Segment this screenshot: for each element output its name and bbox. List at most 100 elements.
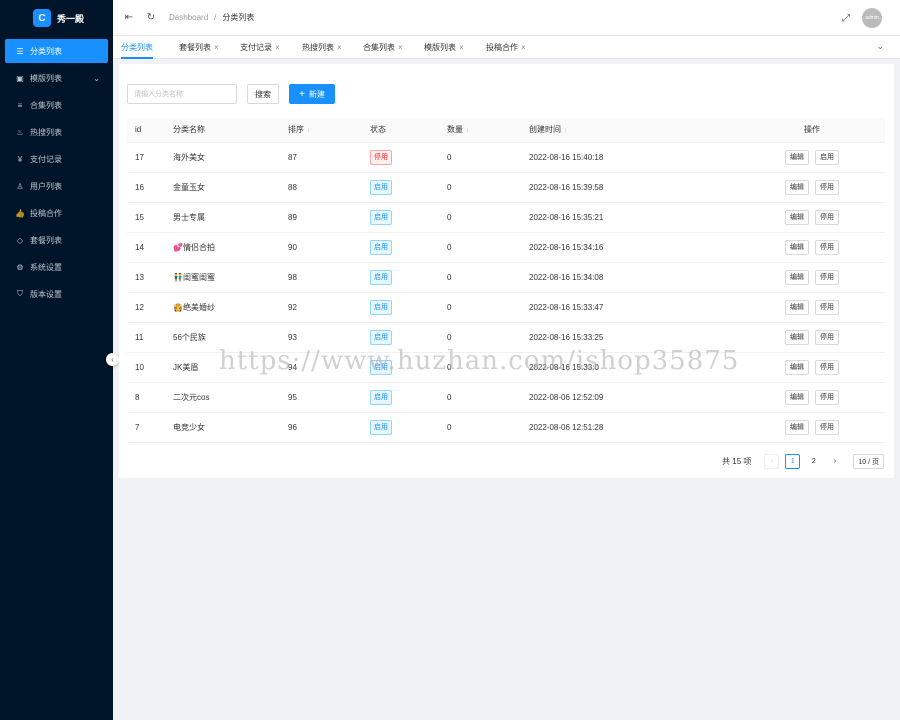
template-icon: ▣ — [16, 73, 24, 83]
status-badge: 启用 — [370, 419, 392, 435]
col-time[interactable]: 创建时间 ↕ — [529, 118, 739, 143]
tab-4[interactable]: 合集列表 × — [363, 36, 403, 59]
col-sort[interactable]: 排序 ↕ — [288, 118, 370, 143]
toggle-status-button[interactable]: 停用 — [815, 299, 839, 315]
tab-6[interactable]: 投稿合作 × — [486, 36, 526, 59]
table-row: 7 电竞少女 96 启用 0 2022-08-06 12:51:28 编辑 停用 — [127, 412, 885, 443]
edit-button[interactable]: 编辑 — [785, 419, 809, 435]
close-icon[interactable]: × — [337, 43, 342, 52]
fullscreen-icon[interactable]: ⤢ — [842, 13, 850, 24]
close-icon[interactable]: × — [459, 43, 464, 52]
cell-count: 0 — [447, 172, 529, 203]
cell-time: 2022-08-16 15:39:58 — [529, 172, 739, 203]
sidebar-item-9[interactable]: ⛉ 版本设置 — [5, 282, 108, 306]
table-row: 8 二次元cos 95 启用 0 2022-08-06 12:52:09 编辑 停用 — [127, 382, 885, 413]
close-icon[interactable]: × — [214, 43, 219, 52]
cell-count: 0 — [447, 382, 529, 413]
sidebar-item-7[interactable]: ◇ 套餐列表 — [5, 228, 108, 252]
cell-name: 👬闺蜜闺蜜 — [173, 262, 288, 293]
cell-time: 2022-08-16 15:34:16 — [529, 232, 739, 263]
cell-count: 0 — [447, 202, 529, 233]
toggle-status-button[interactable]: 停用 — [815, 329, 839, 345]
toggle-status-button[interactable]: 停用 — [815, 239, 839, 255]
cell-sort: 98 — [288, 262, 370, 293]
shield-icon: ⛉ — [17, 289, 23, 298]
tab-label: 分类列表 — [121, 43, 153, 52]
tab-5[interactable]: 模版列表 × — [424, 36, 464, 59]
breadcrumb-current: 分类列表 — [222, 13, 255, 22]
refresh-icon[interactable]: ↻ — [145, 12, 157, 23]
sidebar-item-label: 版本设置 — [30, 289, 62, 299]
page-1[interactable]: 1 — [785, 454, 801, 469]
sidebar-item-1[interactable]: ▣ 模版列表 ⌄ — [5, 66, 108, 90]
tab-0[interactable]: 分类列表 — [121, 36, 153, 59]
edit-button[interactable]: 编辑 — [785, 209, 809, 225]
sidebar-item-label: 套餐列表 — [30, 235, 62, 245]
edit-button[interactable]: 编辑 — [785, 269, 809, 285]
sidebar-item-label: 热搜列表 — [30, 127, 62, 137]
toggle-status-button[interactable]: 启用 — [815, 149, 839, 165]
page-size-select[interactable]: 10 / 页 — [853, 454, 884, 469]
toggle-status-button[interactable]: 停用 — [815, 359, 839, 375]
tab-3[interactable]: 热搜列表 × — [302, 36, 342, 59]
cell-time: 2022-08-16 15:34:08 — [529, 262, 739, 293]
col-count[interactable]: 数量 ↕ — [447, 118, 529, 143]
collapse-sidebar-icon[interactable]: ‹ — [106, 353, 119, 366]
menu-fold-icon[interactable]: ⇤ — [123, 12, 135, 23]
collection-icon: ≡ — [17, 100, 23, 110]
cell-status: 启用 — [370, 412, 447, 443]
cell-id: 13 — [127, 262, 173, 293]
toggle-status-button[interactable]: 停用 — [815, 209, 839, 225]
sort-icon[interactable]: ↕ — [466, 128, 469, 134]
sidebar-item-label: 支付记录 — [30, 154, 62, 164]
edit-button[interactable]: 编辑 — [785, 389, 809, 405]
cell-time: 2022-08-16 15:35:21 — [529, 202, 739, 233]
breadcrumb-dashboard[interactable]: Dashboard — [169, 13, 208, 22]
tab-label: 合集列表 — [363, 43, 395, 52]
cell-sort: 96 — [288, 412, 370, 443]
tab-label: 支付记录 — [240, 43, 272, 52]
toggle-status-button[interactable]: 停用 — [815, 269, 839, 285]
edit-button[interactable]: 编辑 — [785, 299, 809, 315]
edit-button[interactable]: 编辑 — [785, 179, 809, 195]
prev-page-icon[interactable]: ‹ — [764, 454, 780, 469]
sidebar: C 秀一殿 ☰ 分类列表 ▣ 模版列表 ⌄ ≡ 合集列表 ♨ 热搜列表 ¥ 支付记录 ♙ 用户列表 👍 投稿… — [0, 0, 113, 720]
cell-actions: 编辑 停用 — [739, 232, 885, 263]
new-button[interactable]: + 新建 — [289, 84, 335, 104]
edit-button[interactable]: 编辑 — [785, 329, 809, 345]
toggle-status-button[interactable]: 停用 — [815, 389, 839, 405]
tab-label: 热搜列表 — [302, 43, 334, 52]
edit-button[interactable]: 编辑 — [785, 149, 809, 165]
search-button[interactable]: 搜索 — [247, 84, 279, 104]
sidebar-item-3[interactable]: ♨ 热搜列表 — [5, 120, 108, 144]
page-2[interactable]: 2 — [806, 454, 821, 469]
sidebar-item-2[interactable]: ≡ 合集列表 — [5, 93, 108, 117]
sidebar-item-5[interactable]: ♙ 用户列表 — [5, 174, 108, 198]
edit-button[interactable]: 编辑 — [785, 359, 809, 375]
sidebar-item-6[interactable]: 👍 投稿合作 — [5, 201, 108, 225]
cell-sort: 89 — [288, 202, 370, 233]
next-page-icon[interactable]: › — [827, 454, 842, 469]
cell-status: 启用 — [370, 232, 447, 263]
toggle-status-button[interactable]: 停用 — [815, 179, 839, 195]
sidebar-item-4[interactable]: ¥ 支付记录 — [5, 147, 108, 171]
edit-button[interactable]: 编辑 — [785, 239, 809, 255]
col-id: id — [127, 118, 173, 143]
chevron-down-icon[interactable]: ⌄ — [876, 41, 884, 52]
sidebar-item-0[interactable]: ☰ 分类列表 — [5, 39, 108, 63]
close-icon[interactable]: × — [521, 43, 526, 52]
avatar[interactable]: admin — [862, 8, 882, 28]
brand[interactable]: C 秀一殿 — [0, 0, 113, 36]
search-input[interactable] — [127, 84, 237, 104]
cell-actions: 编辑 停用 — [739, 292, 885, 323]
sidebar-item-8[interactable]: ⚙ 系统设置 — [5, 255, 108, 279]
sort-icon[interactable]: ↕ — [307, 128, 310, 134]
close-icon[interactable]: × — [398, 43, 403, 52]
status-badge: 启用 — [370, 329, 392, 345]
toggle-status-button[interactable]: 停用 — [815, 419, 839, 435]
sort-icon[interactable]: ↕ — [564, 128, 567, 134]
tab-2[interactable]: 支付记录 × — [240, 36, 280, 59]
tab-1[interactable]: 套餐列表 × — [179, 36, 219, 59]
cell-count: 0 — [447, 142, 529, 173]
close-icon[interactable]: × — [275, 43, 280, 52]
